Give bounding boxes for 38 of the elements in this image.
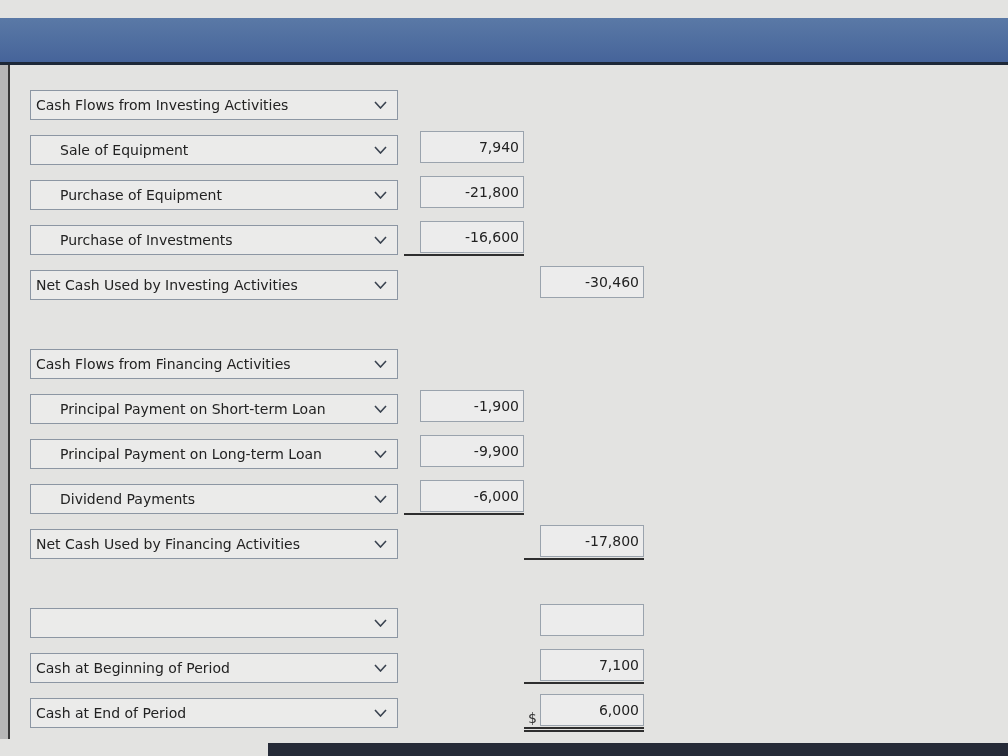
dropdown[interactable]: Cash at Beginning of Period <box>30 652 398 683</box>
chevron-down-icon <box>374 359 387 368</box>
chevron-down-icon <box>374 100 387 109</box>
dropdown[interactable]: Cash at End of Period <box>30 697 398 728</box>
dropdown[interactable]: Cash Flows from Financing Activities <box>30 348 398 379</box>
chevron-down-icon <box>374 145 387 154</box>
dropdown[interactable]: Purchase of Equipment <box>30 179 398 210</box>
chevron-down-icon <box>374 708 387 717</box>
dropdown[interactable]: Principal Payment on Long-term Loan <box>30 438 398 469</box>
amount-field[interactable]: 7,100 <box>540 648 644 681</box>
chevron-down-icon <box>374 190 387 199</box>
chevron-down-icon <box>374 449 387 458</box>
amount-field[interactable]: -1,900 <box>420 389 524 422</box>
currency-sign: $ <box>527 709 537 726</box>
chevron-down-icon <box>374 494 387 503</box>
dropdown[interactable]: Principal Payment on Short-term Loan <box>30 393 398 424</box>
chevron-down-icon <box>374 663 387 672</box>
amount-field[interactable]: -21,800 <box>420 175 524 208</box>
chevron-down-icon <box>374 539 387 548</box>
dropdown[interactable]: Purchase of Investments <box>30 224 398 255</box>
dropdown[interactable]: Net Cash Used by Financing Activities <box>30 528 398 559</box>
amount-field[interactable]: -9,900 <box>420 434 524 467</box>
chevron-down-icon <box>374 235 387 244</box>
chevron-down-icon <box>374 618 387 627</box>
chevron-down-icon <box>374 280 387 289</box>
amount-field[interactable] <box>540 603 644 636</box>
dropdown[interactable]: Sale of Equipment <box>30 134 398 165</box>
dropdown[interactable]: Cash Flows from Investing Activities <box>30 89 398 120</box>
amount-field[interactable]: -6,000 <box>420 479 524 512</box>
amount-field[interactable]: -16,600 <box>420 220 524 253</box>
amount-field[interactable]: 7,940 <box>420 130 524 163</box>
amount-field[interactable]: 6,000 <box>540 693 644 726</box>
amount-field[interactable]: -17,800 <box>540 524 644 557</box>
dropdown[interactable]: Net Cash Used by Investing Activities <box>30 269 398 300</box>
dropdown[interactable]: Dividend Payments <box>30 483 398 514</box>
chevron-down-icon <box>374 404 387 413</box>
dropdown[interactable] <box>30 607 398 638</box>
amount-field[interactable]: -30,460 <box>540 265 644 298</box>
